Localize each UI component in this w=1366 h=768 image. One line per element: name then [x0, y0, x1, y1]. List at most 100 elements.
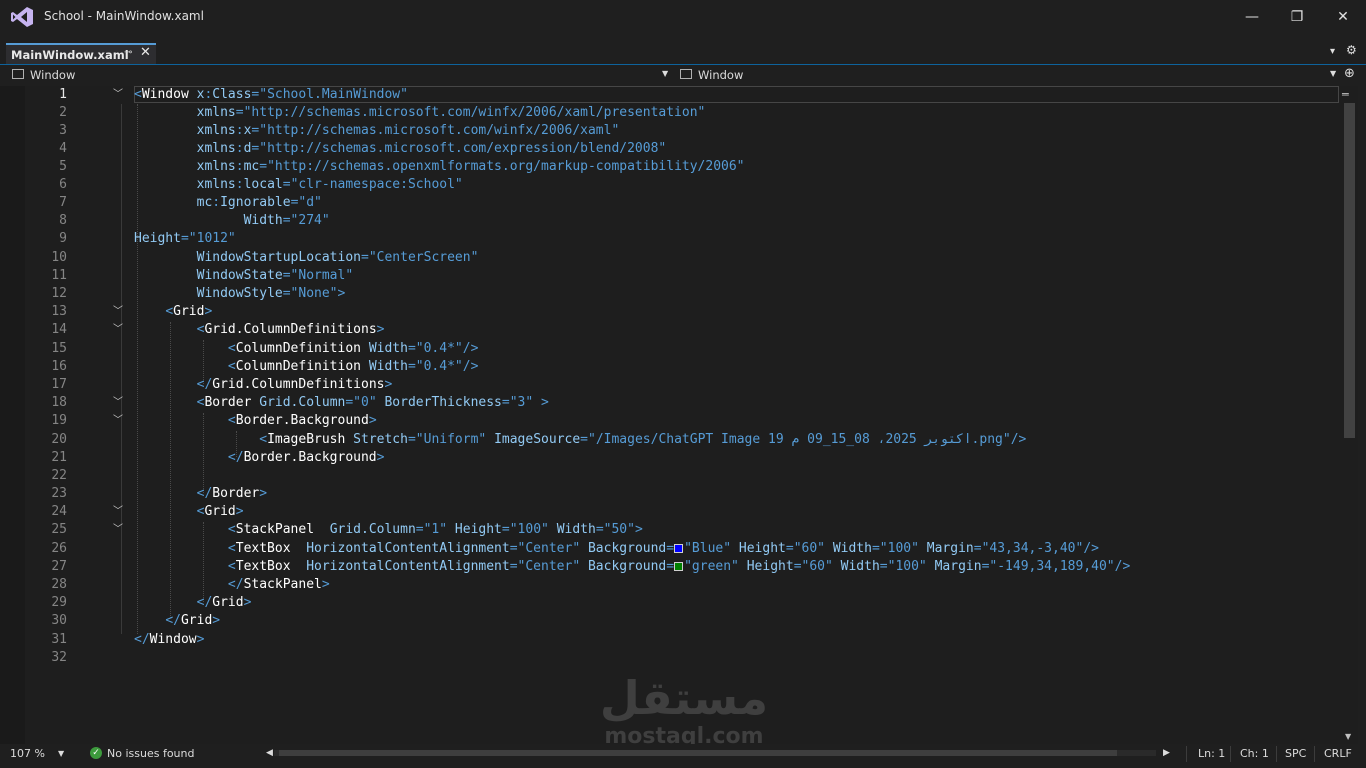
code-line: 16 <ColumnDefinition Width="0.4*"/> — [0, 358, 1342, 376]
code-line: 5 xmlns:mc="http://schemas.openxmlformat… — [0, 158, 1342, 176]
code-line: 15 <ColumnDefinition Width="0.4*"/> — [0, 340, 1342, 358]
green-color-swatch[interactable] — [674, 562, 684, 571]
code-line: 21 </Border.Background> — [0, 449, 1342, 467]
line-number: 32 — [51, 650, 67, 665]
code-line: 3 xmlns:x="http://schemas.microsoft.com/… — [0, 122, 1342, 140]
code-line: 10 WindowStartupLocation="CenterScreen" — [0, 249, 1342, 267]
code-line: 30 </Grid> — [0, 612, 1342, 630]
code-line: 7 mc:Ignorable="d" — [0, 194, 1342, 212]
code-line: 23 </Border> — [0, 485, 1342, 503]
vertical-scrollbar-thumb[interactable] — [1344, 103, 1355, 438]
collapse-icon[interactable]: ﹀ — [113, 503, 125, 521]
pin-icon[interactable]: ⊸ — [124, 47, 132, 58]
code-line: 6 xmlns:local="clr-namespace:School" — [0, 176, 1342, 194]
line-number: 21 — [51, 450, 67, 465]
minimize-button[interactable]: — — [1242, 8, 1262, 26]
chevron-down-icon[interactable]: ▼ — [58, 749, 64, 758]
line-number: 22 — [51, 468, 67, 483]
code-line: 24 ﹀ <Grid> — [0, 503, 1342, 521]
split-editor-icon[interactable]: ⊕ — [1344, 66, 1355, 81]
line-number: 6 — [59, 177, 67, 192]
line-number: 19 — [51, 413, 67, 428]
code-line: 4 xmlns:d="http://schemas.microsoft.com/… — [0, 140, 1342, 158]
line-number: 16 — [51, 359, 67, 374]
line-indicator[interactable]: Ln: 1 — [1198, 747, 1225, 760]
code-line: 27 <TextBox HorizontalContentAlignment="… — [0, 558, 1342, 576]
line-number: 15 — [51, 341, 67, 356]
line-number: 30 — [51, 613, 67, 628]
code-line: 25 ﹀ <StackPanel Grid.Column="1" Height="… — [0, 521, 1342, 539]
code-line: 14 ﹀ <Grid.ColumnDefinitions> — [0, 321, 1342, 339]
line-number: 13 — [51, 304, 67, 319]
status-separator — [1276, 746, 1277, 762]
collapse-icon[interactable]: ﹀ — [113, 321, 125, 339]
horizontal-scrollbar-thumb[interactable] — [279, 750, 1117, 756]
scroll-left-icon[interactable]: ◀ — [266, 748, 273, 758]
blue-color-swatch[interactable] — [674, 544, 684, 553]
tab-overflow-icon[interactable]: ▾ — [1330, 46, 1335, 57]
code-line: 8 Width="274" — [0, 212, 1342, 230]
collapse-icon[interactable]: ﹀ — [113, 86, 125, 104]
line-number: 18 — [51, 395, 67, 410]
collapse-icon[interactable]: ﹀ — [113, 412, 125, 430]
visual-studio-icon — [11, 7, 33, 27]
line-ending-mode[interactable]: CRLF — [1324, 747, 1352, 760]
line-number: 8 — [59, 213, 67, 228]
line-number: 28 — [51, 577, 67, 592]
tab-mainwindow-xaml[interactable]: MainWindow.xaml ⊸ ✕ — [6, 43, 156, 64]
zoom-level-dropdown[interactable]: 107 % — [10, 747, 45, 760]
collapse-icon[interactable]: ﹀ — [113, 394, 125, 412]
collapse-icon[interactable]: ﹀ — [113, 521, 125, 539]
mostaql-watermark: مستقل mostaql.com — [598, 672, 770, 752]
whitespace-mode[interactable]: SPC — [1285, 747, 1306, 760]
code-line: 12 WindowStyle="None"> — [0, 285, 1342, 303]
chevron-down-icon: ▼ — [1330, 69, 1337, 78]
line-number: 31 — [51, 632, 67, 647]
code-line: 17 </Grid.ColumnDefinitions> — [0, 376, 1342, 394]
close-window-button[interactable]: ✕ — [1333, 8, 1353, 26]
gear-icon[interactable]: ⚙ — [1346, 43, 1357, 57]
chevron-down-icon: ▼ — [662, 69, 669, 78]
line-number: 3 — [59, 123, 67, 138]
scroll-right-icon[interactable]: ▶ — [1163, 748, 1170, 758]
code-line: 19 ﹀ <Border.Background> — [0, 412, 1342, 430]
line-number: 9 — [59, 231, 67, 246]
line-number: 23 — [51, 486, 67, 501]
line-number: 25 — [51, 522, 67, 537]
code-line: 20 <ImageBrush Stretch="Uniform" ImageSo… — [0, 431, 1342, 449]
splitter-handle-icon[interactable]: ═ — [1342, 88, 1349, 101]
type-dropdown-value: Window — [30, 68, 76, 82]
restore-button[interactable]: ❐ — [1287, 8, 1307, 26]
type-dropdown[interactable]: Window ▼ — [10, 66, 672, 84]
line-number: 4 — [59, 141, 67, 156]
code-line: 28 </StackPanel> — [0, 576, 1342, 594]
member-dropdown[interactable]: Window ▼ — [678, 66, 1340, 84]
code-line: 29 </Grid> — [0, 594, 1342, 612]
code-line: 9 Height="1012" — [0, 230, 1342, 248]
collapse-icon[interactable]: ﹀ — [113, 303, 125, 321]
issues-status[interactable]: No issues found — [107, 747, 194, 760]
code-line: 26 <TextBox HorizontalContentAlignment="… — [0, 540, 1342, 558]
check-circle-icon: ✓ — [90, 747, 102, 759]
line-number: 20 — [51, 432, 67, 447]
status-separator — [1230, 746, 1231, 762]
scroll-down-icon[interactable]: ▼ — [1345, 732, 1351, 741]
status-separator — [1186, 746, 1187, 762]
close-tab-icon[interactable]: ✕ — [140, 45, 151, 60]
line-number: 24 — [51, 504, 67, 519]
line-number: 10 — [51, 250, 67, 265]
tab-label: MainWindow.xaml — [11, 48, 129, 62]
window-title: School - MainWindow.xaml — [44, 9, 204, 23]
code-line: 1 ﹀ <Window x:Class="School.MainWindow" — [0, 86, 1342, 104]
window-icon — [680, 69, 692, 79]
code-line: 13 ﹀ <Grid> — [0, 303, 1342, 321]
line-number: 29 — [51, 595, 67, 610]
code-line: 22 — [0, 467, 1342, 485]
line-number: 12 — [51, 286, 67, 301]
line-number: 1 — [59, 87, 67, 102]
code-line: 2 xmlns="http://schemas.microsoft.com/wi… — [0, 104, 1342, 122]
document-tab-strip — [0, 36, 1366, 65]
status-separator — [1314, 746, 1315, 762]
column-indicator[interactable]: Ch: 1 — [1240, 747, 1269, 760]
line-number: 14 — [51, 322, 67, 337]
